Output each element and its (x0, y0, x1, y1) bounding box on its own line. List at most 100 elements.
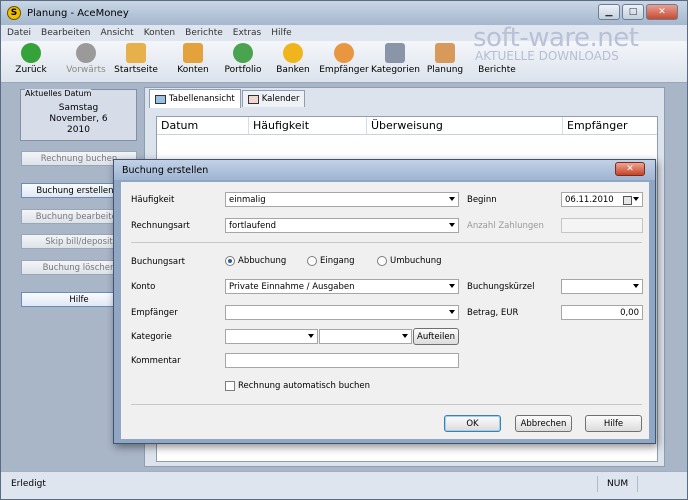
accounts-button[interactable]: Konten (173, 43, 213, 75)
categories-button[interactable]: Kategorien (371, 43, 420, 75)
calendar-icon (247, 94, 259, 104)
radio-unselected-icon (377, 256, 387, 266)
portfolio-arrow-icon (233, 43, 253, 63)
column-payee[interactable]: Empfänger (563, 117, 657, 134)
account-select[interactable]: Private Einnahme / Ausgaben (225, 279, 459, 294)
amount-label: Betrag, EUR (467, 308, 519, 318)
payees-label: Empfänger (319, 65, 369, 75)
column-date[interactable]: Datum (157, 117, 249, 134)
minimize-button[interactable]: ▁ (598, 4, 620, 20)
reports-label: Berichte (478, 65, 516, 75)
home-button[interactable]: Startseite (114, 43, 158, 75)
radio-transfer-label: Umbuchung (390, 256, 442, 266)
frequency-select[interactable]: einmalig (225, 192, 459, 207)
radio-credit[interactable]: Eingang (307, 256, 355, 266)
planning-button[interactable]: Planung (425, 43, 465, 75)
accounts-label: Konten (177, 65, 209, 75)
back-arrow-icon (21, 43, 41, 63)
account-value: Private Einnahme / Ausgaben (229, 281, 355, 292)
checkbox-unchecked-icon (225, 381, 235, 391)
home-label: Startseite (114, 65, 158, 75)
create-booking-dialog: Buchung erstellen ✕ Häufigkeit einmalig … (113, 159, 656, 444)
radio-debit[interactable]: Abbuchung (225, 256, 286, 266)
menu-reports[interactable]: Berichte (185, 28, 223, 38)
forward-button[interactable]: Vorwärts (63, 43, 109, 75)
radio-credit-label: Eingang (320, 256, 355, 266)
dialog-close-button[interactable]: ✕ (615, 162, 645, 176)
close-button[interactable]: ✕ (646, 4, 678, 20)
begin-date-value: 06.11.2010 (565, 194, 614, 205)
tab-table-view-label: Tabellenansicht (169, 94, 235, 104)
menu-help[interactable]: Hilfe (271, 28, 291, 38)
bill-type-select[interactable]: fortlaufend (225, 218, 459, 233)
menu-file[interactable]: Datei (7, 28, 31, 38)
forward-label: Vorwärts (66, 65, 106, 75)
frequency-label: Häufigkeit (131, 195, 175, 205)
shortcode-select[interactable] (561, 279, 643, 294)
dialog-title: Buchung erstellen (122, 164, 209, 176)
current-weekday: Samstag (58, 103, 99, 113)
current-year: 2010 (67, 125, 90, 135)
menu-view[interactable]: Ansicht (100, 28, 133, 38)
bank-coin-icon (283, 43, 303, 63)
radio-unselected-icon (307, 256, 317, 266)
chevron-down-icon (449, 310, 455, 314)
column-transfer[interactable]: Überweisung (367, 117, 563, 134)
split-button[interactable]: Aufteilen (413, 328, 459, 345)
status-separator (597, 476, 598, 492)
table-icon (155, 94, 166, 104)
dialog-body: Häufigkeit einmalig Beginn 06.11.2010 Re… (121, 182, 649, 439)
payees-button[interactable]: Empfänger (319, 43, 369, 75)
reports-button[interactable]: Berichte (477, 65, 517, 75)
toolbar: Zurück Vorwärts Startseite Konten Portfo… (1, 41, 687, 83)
dialog-help-button[interactable]: Hilfe (585, 415, 642, 432)
status-text: Erledigt (11, 479, 46, 489)
column-frequency[interactable]: Häufigkeit (249, 117, 367, 134)
tab-calendar[interactable]: Kalender (241, 90, 306, 107)
maximize-button[interactable]: □ (622, 4, 644, 20)
calendar-icon (623, 196, 632, 205)
back-button[interactable]: Zurück (11, 43, 51, 75)
category-select[interactable] (225, 329, 318, 344)
frequency-value: einmalig (229, 194, 266, 205)
radio-transfer[interactable]: Umbuchung (377, 256, 442, 266)
planning-calendar-icon (435, 43, 455, 63)
categories-label: Kategorien (371, 65, 420, 75)
table-header: Datum Häufigkeit Überweisung Empfänger (157, 117, 657, 135)
menu-edit[interactable]: Bearbeiten (41, 28, 90, 38)
current-date-box: Aktuelles Datum Samstag November, 6 2010 (20, 89, 137, 141)
menu-accounts[interactable]: Konten (144, 28, 175, 38)
tab-table-view[interactable]: Tabellenansicht (149, 89, 241, 108)
amount-input[interactable]: 0,00 (561, 305, 643, 320)
comment-input[interactable] (225, 353, 459, 368)
status-separator (637, 476, 638, 492)
view-tabs: Tabellenansicht Kalender (149, 89, 306, 108)
auto-book-checkbox[interactable]: Rechnung automatisch buchen (225, 381, 370, 391)
banks-button[interactable]: Banken (275, 43, 311, 75)
comment-label: Kommentar (131, 356, 181, 366)
banks-label: Banken (276, 65, 310, 75)
payment-count-label: Anzahl Zahlungen (467, 221, 544, 231)
menu-extras[interactable]: Extras (233, 28, 261, 38)
app-logo-icon: S (7, 6, 21, 20)
planning-label: Planung (426, 65, 464, 75)
ok-button[interactable]: OK (444, 415, 501, 432)
chevron-down-icon (449, 284, 455, 288)
subcategory-select[interactable] (319, 329, 412, 344)
cancel-button[interactable]: Abbrechen (515, 415, 572, 432)
num-lock-indicator: NUM (607, 479, 629, 489)
bill-type-label: Rechnungsart (131, 221, 190, 231)
divider (131, 242, 642, 243)
payee-select[interactable] (225, 305, 459, 320)
radio-selected-icon (225, 256, 235, 266)
current-month-day: November, 6 (49, 114, 108, 124)
payee-label: Empfänger (131, 308, 178, 318)
begin-date-picker[interactable]: 06.11.2010 (561, 192, 643, 207)
portfolio-button[interactable]: Portfolio (221, 43, 265, 75)
radio-debit-label: Abbuchung (238, 256, 287, 266)
chevron-down-icon (449, 197, 455, 201)
auto-book-label: Rechnung automatisch buchen (238, 381, 371, 391)
chevron-down-icon (449, 223, 455, 227)
payment-count-field[interactable] (561, 218, 643, 233)
accounts-book-icon (183, 43, 203, 63)
